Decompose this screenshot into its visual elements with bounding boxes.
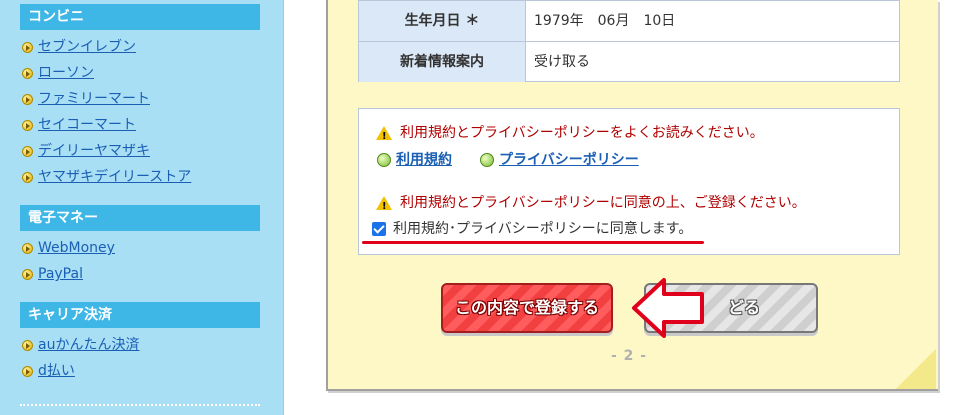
arrow-bullet-icon xyxy=(22,145,33,157)
sidebar-link-seven-eleven[interactable]: セブンイレブン xyxy=(22,37,136,57)
sidebar-link-au-easy-payment[interactable]: auかんたん決済 xyxy=(22,335,139,355)
sidebar-link-label: d払い xyxy=(38,363,75,379)
sidebar-link-label: セブンイレブン xyxy=(38,39,136,55)
sidebar-link-webmoney[interactable]: WebMoney xyxy=(22,238,115,258)
warning-icon xyxy=(376,126,392,147)
arrow-bullet-icon xyxy=(22,93,33,105)
sidebar-link-yamazaki-daily-store[interactable]: ヤマザキデイリーストア xyxy=(22,167,191,187)
section-header-convenience: コンビニ xyxy=(20,4,260,30)
table-label-newsletter: 新着情報案内 xyxy=(359,42,526,82)
arrow-bullet-icon xyxy=(377,153,391,167)
agree-checkbox[interactable] xyxy=(372,222,386,236)
sidebar-link-label: ファミリーマート xyxy=(38,91,150,107)
page-number: - 2 - xyxy=(610,348,648,364)
arrow-bullet-icon xyxy=(22,171,33,183)
annotation-arrow-icon xyxy=(632,278,704,338)
table-value-birthdate: 1979年 06月 10日 xyxy=(534,13,676,29)
agree-checkbox-row[interactable]: 利用規約･プライバシーポリシーに同意します。 xyxy=(372,219,692,239)
sidebar-link-daily-yamazaki[interactable]: デイリーヤマザキ xyxy=(22,141,150,161)
sidebar-link-seicomart[interactable]: セイコーマート xyxy=(22,115,136,135)
arrow-bullet-icon xyxy=(22,242,33,254)
arrow-bullet-icon xyxy=(22,339,33,351)
register-button[interactable]: この内容で登録する xyxy=(441,283,613,333)
arrow-bullet-icon xyxy=(480,153,494,167)
page-fold-corner xyxy=(896,349,936,389)
arrow-bullet-icon xyxy=(22,41,33,53)
privacy-policy-link[interactable]: プライバシーポリシー xyxy=(480,150,639,170)
annotation-underline xyxy=(362,241,704,244)
privacy-link-label: プライバシーポリシー xyxy=(499,152,639,168)
sidebar-link-label: ローソン xyxy=(38,65,94,81)
sidebar-link-lawson[interactable]: ローソン xyxy=(22,63,94,83)
notice-agree-text: 利用規約とプライバシーポリシーに同意の上、ご登録ください。 xyxy=(400,195,806,211)
arrow-bullet-icon xyxy=(22,67,33,79)
dotted-divider xyxy=(20,404,260,406)
arrow-bullet-icon xyxy=(22,365,33,377)
notice-read-text: 利用規約とプライバシーポリシーをよくお読みください。 xyxy=(400,125,764,141)
sidebar-link-label: auかんたん決済 xyxy=(38,337,140,353)
sidebar-link-label: PayPal xyxy=(38,266,83,282)
notice-agree-terms: 利用規約とプライバシーポリシーに同意の上、ご登録ください。 xyxy=(376,193,806,217)
agree-checkbox-label: 利用規約･プライバシーポリシーに同意します。 xyxy=(393,221,693,237)
section-header-emoney: 電子マネー xyxy=(20,205,260,231)
table-row: 新着情報案内 受け取る xyxy=(359,42,899,82)
terms-link-label: 利用規約 xyxy=(396,152,452,168)
arrow-bullet-icon xyxy=(22,119,33,131)
warning-icon xyxy=(376,196,392,217)
profile-table: 生年月日 ＊ 1979年 06月 10日 新着情報案内 受け取る xyxy=(358,0,900,82)
sidebar-link-label: WebMoney xyxy=(38,240,115,256)
terms-link[interactable]: 利用規約 xyxy=(377,150,452,170)
table-row: 生年月日 ＊ 1979年 06月 10日 xyxy=(359,1,899,41)
sidebar-link-label: セイコーマート xyxy=(38,117,136,133)
notice-read-terms: 利用規約とプライバシーポリシーをよくお読みください。 xyxy=(376,123,764,147)
table-value-newsletter: 受け取る xyxy=(534,54,590,70)
table-label-birthdate: 生年月日 ＊ xyxy=(359,1,526,41)
arrow-bullet-icon xyxy=(22,268,33,280)
sidebar: コンビニ セブンイレブン ローソン ファミリーマート セイコーマート デイリーヤ… xyxy=(0,0,284,415)
sidebar-link-familymart[interactable]: ファミリーマート xyxy=(22,89,150,109)
sidebar-link-label: ヤマザキデイリーストア xyxy=(38,169,192,185)
sidebar-link-label: デイリーヤマザキ xyxy=(38,143,150,159)
sidebar-link-paypal[interactable]: PayPal xyxy=(22,264,83,284)
section-header-carrier: キャリア決済 xyxy=(20,302,260,328)
sidebar-link-d-barai[interactable]: d払い xyxy=(22,361,75,381)
